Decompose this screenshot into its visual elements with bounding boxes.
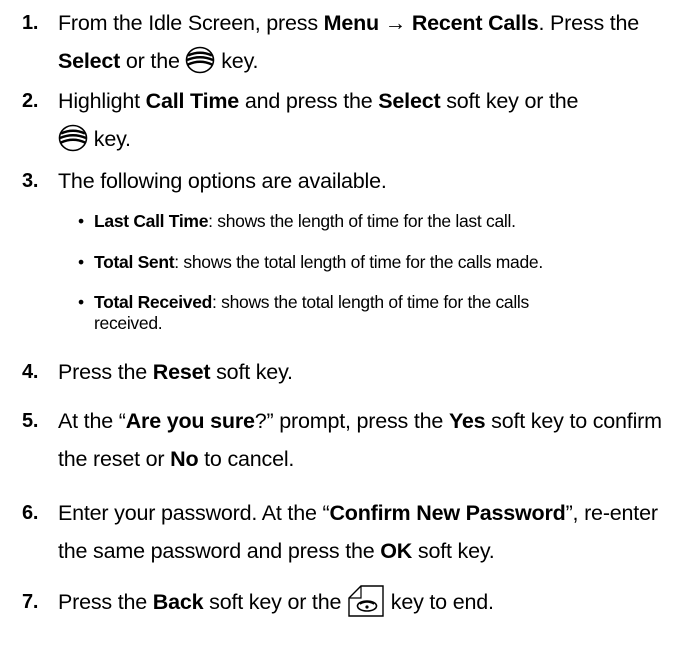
step-number: 7. bbox=[22, 591, 39, 613]
step-text: From the Idle Screen, press Menu → Recen… bbox=[58, 11, 640, 74]
bullet: • bbox=[78, 252, 84, 272]
step-text: Press the Back soft key or the key to en… bbox=[58, 583, 672, 621]
prompt-label: Are you sure bbox=[125, 409, 255, 433]
step-text: Highlight Call Time and press the Select… bbox=[58, 89, 579, 152]
step-number: 6. bbox=[22, 502, 39, 524]
step-number: 4. bbox=[22, 361, 39, 383]
navigation-key-icon bbox=[185, 46, 215, 74]
call-time-label: Call Time bbox=[145, 89, 240, 113]
step-2: 2. Highlight Call Time and press the Sel… bbox=[22, 82, 672, 158]
step-4: 4. Press the Reset soft key. bbox=[22, 353, 672, 391]
confirm-password-label: Confirm New Password bbox=[329, 501, 566, 525]
manual-page: 1. From the Idle Screen, press Menu → Re… bbox=[0, 0, 676, 671]
select-key-label: Select bbox=[378, 89, 441, 113]
option-total-received: • Total Received: shows the total length… bbox=[78, 292, 529, 333]
step-5: 5. At the “Are you sure?” prompt, press … bbox=[22, 402, 672, 478]
step-1: 1. From the Idle Screen, press Menu → Re… bbox=[22, 4, 672, 80]
reset-key-label: Reset bbox=[152, 360, 211, 384]
step-text: Enter your password. At the “Confirm New… bbox=[58, 501, 658, 563]
step-number: 1. bbox=[22, 12, 39, 34]
step-text: The following options are available. bbox=[58, 169, 387, 193]
no-key-label: No bbox=[170, 447, 199, 471]
step-text: Press the Reset soft key. bbox=[58, 360, 293, 384]
step-6: 6. Enter your password. At the “Confirm … bbox=[22, 494, 672, 570]
back-key-label: Back bbox=[152, 590, 204, 614]
bullet: • bbox=[78, 292, 84, 312]
ok-key-label: OK bbox=[380, 539, 413, 563]
option-last-call-time: • Last Call Time: shows the length of ti… bbox=[78, 211, 516, 231]
navigation-key-icon bbox=[58, 124, 88, 152]
select-key-label: Select bbox=[58, 49, 121, 73]
step-number: 3. bbox=[22, 170, 39, 192]
step-7: 7. Press the Back soft key or the key to… bbox=[22, 583, 672, 621]
option-total-sent: • Total Sent: shows the total length of … bbox=[78, 252, 543, 272]
step-number: 2. bbox=[22, 90, 39, 112]
menu-path: Menu → Recent Calls bbox=[323, 11, 539, 35]
bullet: • bbox=[78, 211, 84, 231]
end-key-icon bbox=[347, 584, 385, 618]
step-number: 5. bbox=[22, 410, 39, 432]
yes-key-label: Yes bbox=[448, 409, 486, 433]
step-3: 3. The following options are available. bbox=[22, 162, 672, 200]
step-text: At the “Are you sure?” prompt, press the… bbox=[58, 409, 662, 471]
